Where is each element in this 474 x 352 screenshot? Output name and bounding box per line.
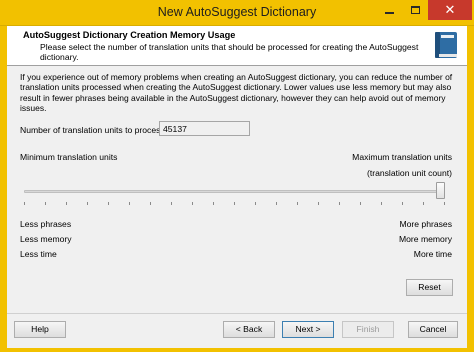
wizard-content: If you experience out of memory problems… [7,67,467,312]
slider-tick [444,202,445,205]
translation-units-field[interactable]: 45137 [159,121,250,136]
slider-tick [276,202,277,205]
book-icon [435,32,457,58]
unit-count-label: (translation unit count) [366,168,452,178]
window-frame-bottom [0,348,474,352]
minimize-icon [384,12,394,14]
close-button[interactable]: ✕ [428,0,472,20]
translation-units-slider[interactable] [24,182,454,206]
count-label: Number of translation units to process: [20,125,168,135]
slider-tick [360,202,361,205]
more-memory-label: More memory [398,234,452,244]
slider-tick [171,202,172,205]
slider-tick [150,202,151,205]
intro-text: If you experience out of memory problems… [20,72,453,114]
page-description: Please select the number of translation … [40,42,419,62]
slider-tick [381,202,382,205]
close-icon: ✕ [444,2,456,17]
page-title: AutoSuggest Dictionary Creation Memory U… [23,30,236,40]
slider-tick [66,202,67,205]
finish-button[interactable]: Finish [342,321,394,338]
slider-tick [24,202,25,205]
less-time-label: Less time [20,249,57,259]
minimize-button[interactable] [376,0,402,20]
window-frame-left [0,26,7,352]
slider-ticks [24,202,445,206]
slider-tick [423,202,424,205]
slider-tick [87,202,88,205]
slider-tick [297,202,298,205]
title-bar: New AutoSuggest Dictionary ✕ [0,0,474,26]
less-memory-label: Less memory [20,234,72,244]
slider-tick [129,202,130,205]
slider-tick [234,202,235,205]
maximize-icon [410,6,420,14]
maximize-button[interactable] [402,0,428,20]
more-time-label: More time [413,249,452,259]
slider-tick [45,202,46,205]
window-frame-right [467,26,474,352]
slider-thumb[interactable] [436,182,445,199]
slider-tick [192,202,193,205]
footer-divider [7,313,467,314]
less-phrases-label: Less phrases [20,219,72,229]
max-units-label: Maximum translation units [352,152,452,162]
slider-tick [402,202,403,205]
min-units-label: Minimum translation units [20,152,118,162]
more-phrases-label: More phrases [399,219,452,229]
slider-tick [108,202,109,205]
slider-tick [255,202,256,205]
slider-tick [339,202,340,205]
help-button[interactable]: Help [14,321,66,338]
cancel-button[interactable]: Cancel [408,321,458,338]
slider-track[interactable] [24,190,444,193]
slider-tick [213,202,214,205]
next-button[interactable]: Next > [282,321,334,338]
back-button[interactable]: < Back [223,321,275,338]
slider-tick [318,202,319,205]
wizard-header: AutoSuggest Dictionary Creation Memory U… [7,26,467,66]
reset-button[interactable]: Reset [406,279,453,296]
